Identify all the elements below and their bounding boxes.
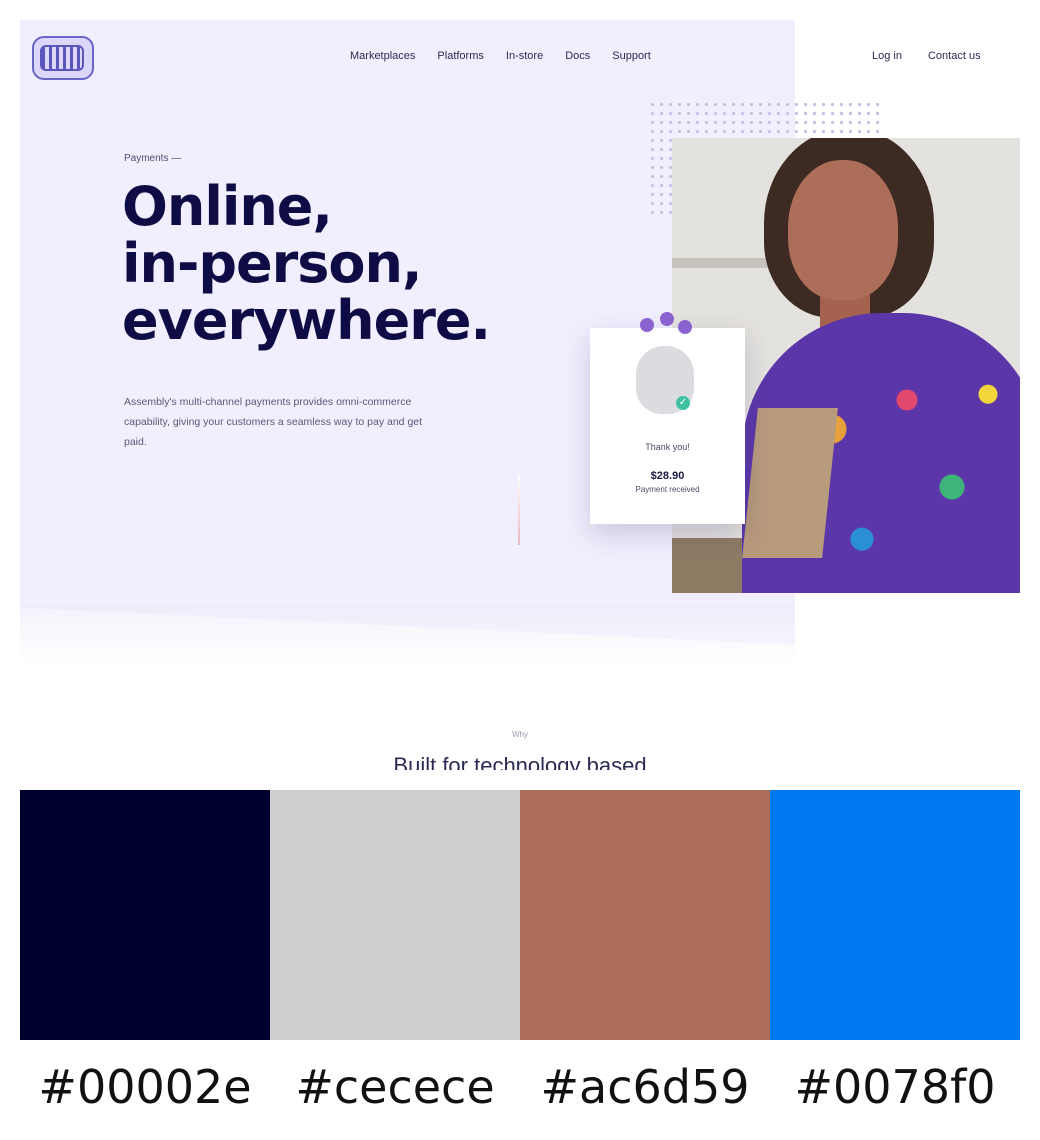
palette-labels: #00002e #cecece #ac6d59 #0078f0 — [20, 1060, 1020, 1114]
check-icon: ✓ — [676, 396, 690, 410]
swatch-label: #0078f0 — [794, 1060, 996, 1114]
nav-item-docs[interactable]: Docs — [565, 50, 590, 62]
color-swatch — [20, 790, 270, 1040]
color-palette — [20, 790, 1020, 1040]
card-label: Thank you! — [645, 442, 690, 452]
headline-line-3: everywhere. — [122, 289, 491, 352]
color-swatch — [520, 790, 770, 1040]
hero-shadow — [20, 605, 795, 665]
section-title: Built for technology based — [393, 753, 647, 770]
flower — [640, 318, 654, 332]
payment-card: ✓ Thank you! $28.90 Payment received — [590, 312, 745, 524]
auth-links: Log in Contact us — [872, 50, 981, 62]
headline-line-1: Online, — [122, 175, 333, 238]
headline-line-2: in-person, — [122, 232, 422, 295]
nav-item-support[interactable]: Support — [612, 50, 651, 62]
flower — [660, 312, 674, 326]
website-screenshot: Marketplaces Platforms In-store Docs Sup… — [20, 20, 1020, 770]
hero-headline: Online, in-person, everywhere. — [122, 175, 491, 352]
hero-intro: Assembly's multi-channel payments provid… — [124, 396, 423, 448]
logo-icon[interactable] — [32, 36, 94, 80]
swatch-label: #ac6d59 — [540, 1060, 750, 1114]
nav-item-marketplaces[interactable]: Marketplaces — [350, 50, 415, 62]
card-status: Payment received — [635, 485, 700, 494]
section-eyebrow: Why — [512, 730, 528, 739]
color-swatch — [270, 790, 520, 1040]
contact-us-link[interactable]: Contact us — [928, 50, 981, 62]
card-amount: $28.90 — [650, 470, 685, 482]
main-nav: Marketplaces Platforms In-store Docs Sup… — [350, 50, 651, 62]
color-swatch — [770, 790, 1020, 1040]
laptop — [742, 408, 838, 558]
swatch-label: #cecece — [295, 1060, 495, 1114]
flower — [678, 320, 692, 334]
nav-item-in-store[interactable]: In-store — [506, 50, 543, 62]
scroll-indicator — [518, 475, 520, 545]
face — [788, 160, 898, 300]
hero-eyebrow: Payments — — [124, 153, 182, 164]
nav-item-platforms[interactable]: Platforms — [437, 50, 483, 62]
login-link[interactable]: Log in — [872, 50, 902, 62]
swatch-label: #00002e — [38, 1060, 252, 1114]
